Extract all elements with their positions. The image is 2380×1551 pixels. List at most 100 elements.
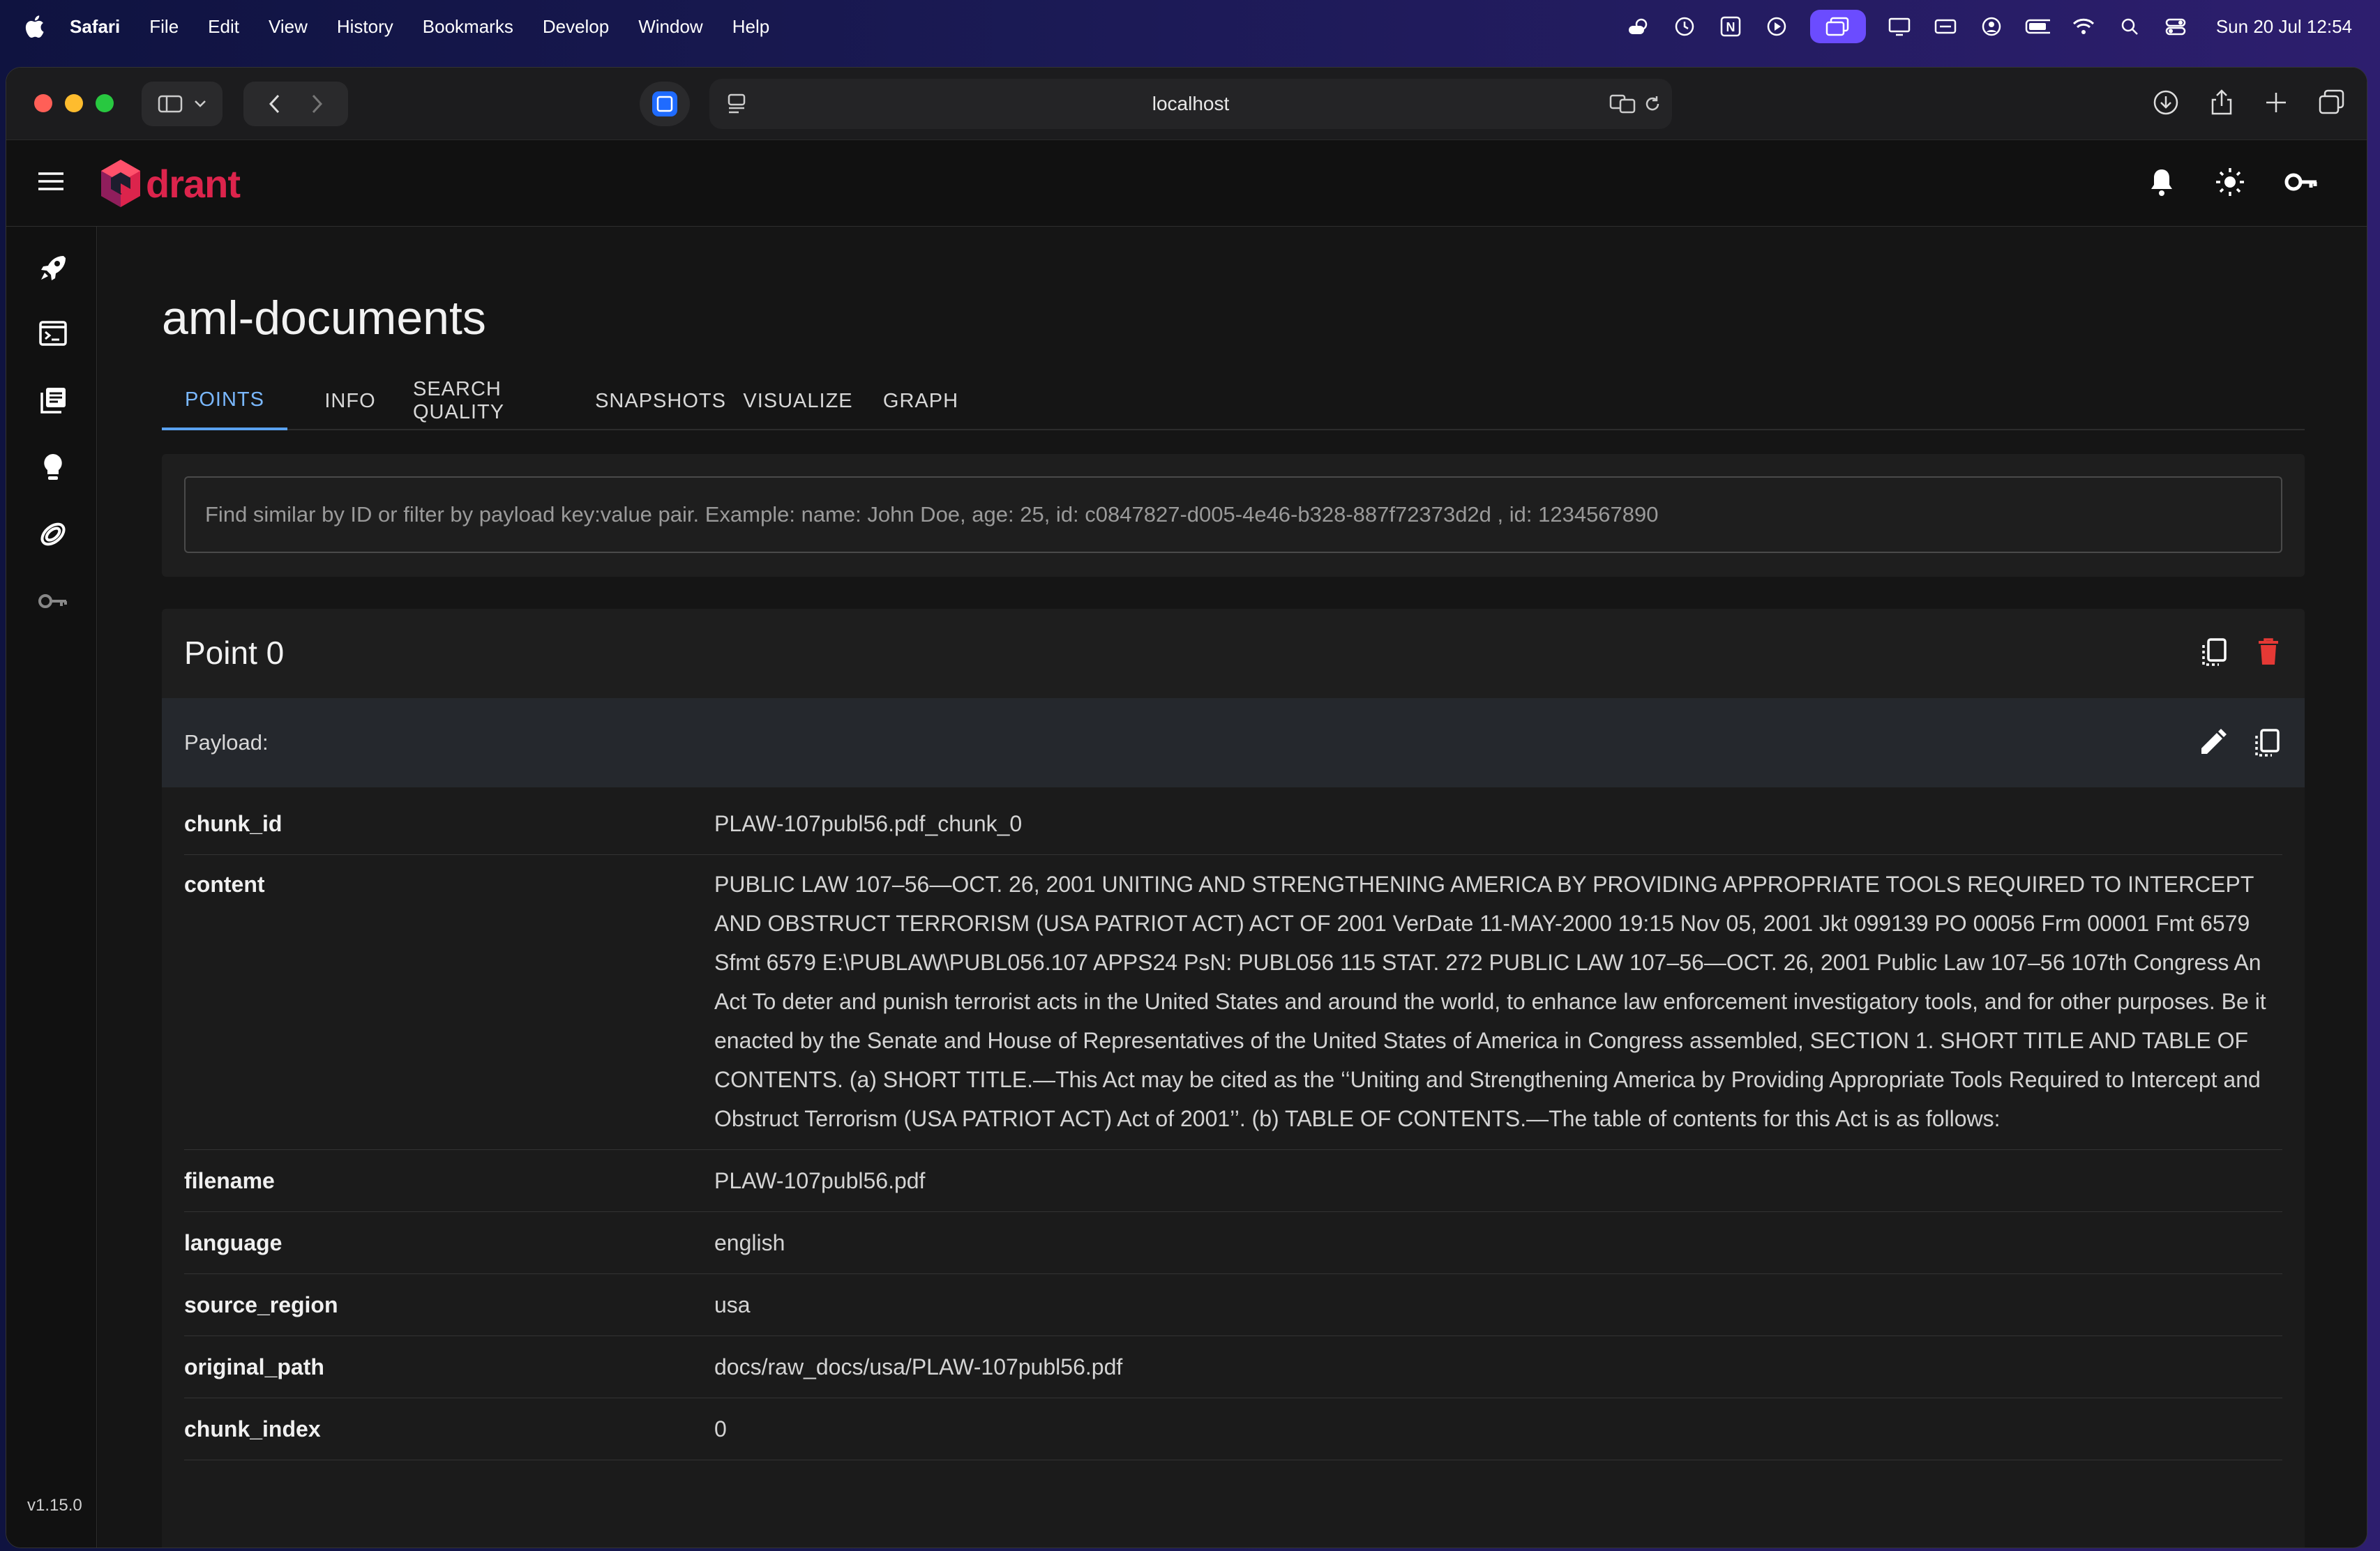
edit-payload-pencil-icon[interactable] xyxy=(2197,727,2227,758)
points-filter-card xyxy=(162,454,2305,577)
svg-text:N: N xyxy=(1726,20,1735,34)
payload-bar: Payload: xyxy=(162,698,2305,787)
address-bar[interactable]: localhost xyxy=(709,79,1672,129)
sidebar-icon xyxy=(158,95,183,113)
key-icon xyxy=(38,594,67,608)
menu-window[interactable]: Window xyxy=(638,16,702,38)
wifi-icon[interactable] xyxy=(2071,14,2096,39)
control-center-icon[interactable] xyxy=(2163,14,2188,39)
payload-key: source_region xyxy=(184,1292,338,1317)
play-icon[interactable] xyxy=(1764,14,1789,39)
zoom-window-button[interactable] xyxy=(96,94,114,112)
minimize-window-button[interactable] xyxy=(65,94,83,112)
menu-hamburger-icon[interactable] xyxy=(37,171,65,192)
window-controls xyxy=(34,94,114,112)
back-arrow-icon[interactable] xyxy=(268,93,282,114)
copy-point-icon[interactable] xyxy=(2200,637,2228,667)
datasets-rings-icon xyxy=(40,522,66,546)
payload-table: chunk_id PLAW-107publ56.pdf_chunk_0 cont… xyxy=(184,793,2282,1460)
menu-file[interactable]: File xyxy=(149,16,179,38)
payload-value: PUBLIC LAW 107–56—OCT. 26, 2001 UNITING … xyxy=(714,872,2266,1131)
new-tab-icon[interactable] xyxy=(2264,89,2289,116)
share-icon[interactable] xyxy=(2209,89,2234,116)
lightbulb-icon xyxy=(44,454,62,480)
notion-icon[interactable]: N xyxy=(1718,14,1743,39)
translate-icon[interactable] xyxy=(1609,93,1636,115)
tab-overview-icon[interactable] xyxy=(2318,89,2346,116)
menu-bookmarks[interactable]: Bookmarks xyxy=(423,16,513,38)
chevron-down-icon xyxy=(195,100,206,107)
app-version: v1.15.0 xyxy=(27,1496,82,1515)
menu-history[interactable]: History xyxy=(337,16,393,38)
tab-visualize[interactable]: VISUALIZE xyxy=(730,372,866,430)
nav-tutorial[interactable] xyxy=(37,451,69,483)
point-card: Point 0 Payload: chunk_id PLAW-107publ56… xyxy=(162,609,2305,1548)
extension-icon xyxy=(652,91,677,116)
menu-edit[interactable]: Edit xyxy=(208,16,239,38)
tab-snapshots[interactable]: SNAPSHOTS xyxy=(592,372,730,430)
tab-points[interactable]: POINTS xyxy=(162,372,287,430)
payload-value: PLAW-107publ56.pdf xyxy=(714,1168,926,1193)
points-filter-input[interactable] xyxy=(184,476,2282,553)
collection-title: aml-documents xyxy=(162,292,486,345)
payload-value: english xyxy=(714,1230,785,1255)
browser-toolbar: localhost xyxy=(6,68,2367,140)
display-icon[interactable] xyxy=(1887,14,1912,39)
payload-row-language: language english xyxy=(184,1212,2282,1274)
collection-tabs: POINTS INFO SEARCH QUALITY SNAPSHOTS VIS… xyxy=(162,372,2305,430)
close-window-button[interactable] xyxy=(34,94,52,112)
payload-value: 0 xyxy=(714,1416,727,1442)
rocket-icon xyxy=(41,256,66,280)
nav-datasets[interactable] xyxy=(37,518,69,550)
menu-develop[interactable]: Develop xyxy=(543,16,609,38)
app-header: drant xyxy=(6,140,2367,227)
payload-value: PLAW-107publ56.pdf_chunk_0 xyxy=(714,811,1023,836)
terminal-icon xyxy=(39,321,67,346)
payload-row-original-path: original_path docs/raw_docs/usa/PLAW-107… xyxy=(184,1336,2282,1398)
time-machine-icon[interactable] xyxy=(1672,14,1697,39)
sidebar-toggle-button[interactable] xyxy=(142,82,223,126)
menu-help[interactable]: Help xyxy=(732,16,769,38)
payload-key: chunk_index xyxy=(184,1416,321,1442)
menu-view[interactable]: View xyxy=(269,16,308,38)
api-key-icon[interactable] xyxy=(2284,167,2318,197)
notifications-bell-icon[interactable] xyxy=(2148,167,2176,197)
menu-safari[interactable]: Safari xyxy=(70,16,120,38)
qdrant-logo[interactable]: drant xyxy=(98,158,241,209)
point-header: Point 0 xyxy=(162,609,2305,698)
keyboard-icon[interactable] xyxy=(1933,14,1958,39)
screen-mirroring-icon[interactable] xyxy=(1809,10,1866,43)
delete-point-icon[interactable] xyxy=(2256,637,2281,667)
forward-arrow-icon[interactable] xyxy=(310,93,324,114)
nav-console[interactable] xyxy=(37,317,69,349)
tab-info[interactable]: INFO xyxy=(287,372,413,430)
tab-search-quality[interactable]: SEARCH QUALITY xyxy=(413,372,592,430)
menubar-clock[interactable]: Sun 20 Jul 12:54 xyxy=(2216,16,2352,38)
logo-wordmark: drant xyxy=(146,161,241,206)
payload-row-content: content PUBLIC LAW 107–56—OCT. 26, 2001 … xyxy=(184,855,2282,1150)
apple-logo-icon[interactable] xyxy=(24,15,45,38)
user-icon[interactable] xyxy=(1979,14,2004,39)
history-nav xyxy=(243,82,348,126)
extension-button[interactable] xyxy=(640,82,690,126)
tab-graph[interactable]: GRAPH xyxy=(866,372,975,430)
payload-key: original_path xyxy=(184,1354,324,1379)
theme-toggle-sun-icon[interactable] xyxy=(2215,167,2245,197)
payload-row-chunk-id: chunk_id PLAW-107publ56.pdf_chunk_0 xyxy=(184,793,2282,855)
macos-menubar: Safari File Edit View History Bookmarks … xyxy=(0,0,2380,53)
reload-icon[interactable] xyxy=(1643,94,1662,114)
nav-access-tokens[interactable] xyxy=(37,585,69,617)
nav-welcome[interactable] xyxy=(37,252,69,284)
payload-key: content xyxy=(184,872,265,897)
weather-icon[interactable] xyxy=(1626,14,1651,39)
nav-collections[interactable] xyxy=(37,384,69,416)
url-text[interactable]: localhost xyxy=(709,93,1672,115)
downloads-icon[interactable] xyxy=(2152,89,2180,116)
point-title: Point 0 xyxy=(184,635,285,671)
spotlight-search-icon[interactable] xyxy=(2117,14,2142,39)
copy-payload-icon[interactable] xyxy=(2253,727,2281,758)
payload-row-filename: filename PLAW-107publ56.pdf xyxy=(184,1150,2282,1212)
safari-window: localhost drant v1.15.0 aml-documents PO… xyxy=(6,67,2367,1548)
payload-key: language xyxy=(184,1230,283,1255)
battery-icon[interactable] xyxy=(2025,14,2050,39)
